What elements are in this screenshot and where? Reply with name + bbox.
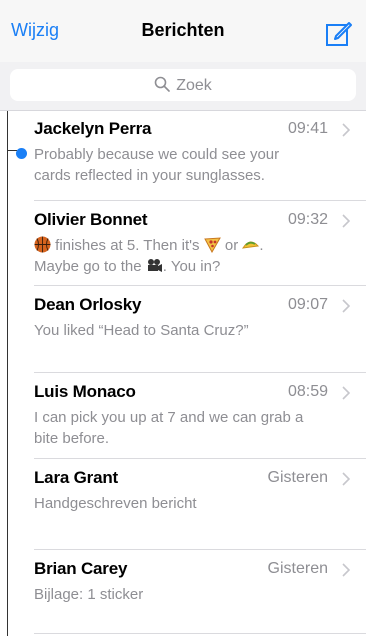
- conversation-row[interactable]: Jackelyn Perra 09:41 Probably because we…: [0, 110, 366, 201]
- conversation-row[interactable]: Luis Monaco 08:59 I can pick you up at 7…: [0, 373, 366, 459]
- message-preview: You liked “Head to Santa Cruz?”: [34, 322, 249, 339]
- search-placeholder: Zoek: [176, 77, 212, 94]
- chevron-right-icon: [342, 472, 350, 486]
- chevron-right-icon: [342, 123, 350, 137]
- page-title: Berichten: [141, 20, 225, 40]
- message-preview: Bijlage: 1 sticker: [34, 586, 144, 603]
- contact-name: Brian Carey: [34, 559, 128, 578]
- conversation-row[interactable]: Brian Carey Gisteren Bijlage: 1 sticker: [0, 550, 366, 634]
- message-preview: finishes at 5. Then it's or . Maybe go t…: [34, 236, 264, 275]
- search-input[interactable]: Zoek: [10, 69, 356, 101]
- taco-emoji-icon: [242, 241, 260, 249]
- conversation-row[interactable]: Olivier Bonnet 09:32 finishes at 5. Then…: [0, 201, 366, 286]
- contact-name: Lara Grant: [34, 468, 118, 487]
- conversation-row[interactable]: Dean Orlosky 09:07 You liked “Head to Sa…: [0, 286, 366, 373]
- chevron-right-icon: [342, 386, 350, 400]
- contact-name: Jackelyn Perra: [34, 119, 152, 138]
- chevron-right-icon: [342, 299, 350, 313]
- message-preview: I can pick you up at 7 and we can grab a…: [34, 409, 304, 447]
- conversation-row[interactable]: Lara Grant Gisteren Handgeschreven beric…: [0, 459, 366, 550]
- contact-name: Olivier Bonnet: [34, 210, 148, 229]
- message-preview: Handgeschreven bericht: [34, 495, 197, 512]
- navigation-bar: Wijzig Berichten: [0, 0, 366, 62]
- search-icon: [154, 76, 171, 92]
- message-time: 09:07: [287, 296, 328, 313]
- search-bar: Zoek: [0, 62, 366, 111]
- movie-camera-emoji-icon: [147, 259, 162, 272]
- basketball-emoji-icon: [34, 236, 51, 253]
- pizza-emoji-icon: [203, 237, 221, 253]
- contact-name: Dean Orlosky: [34, 295, 142, 314]
- message-time: Gisteren: [267, 469, 328, 486]
- compose-icon[interactable]: [326, 20, 352, 46]
- message-time: 08:59: [287, 383, 328, 400]
- message-preview: Probably because we could see your cards…: [34, 146, 280, 184]
- message-time: Gisteren: [267, 560, 328, 577]
- message-time: 09:32: [287, 211, 328, 228]
- message-time: 09:41: [287, 120, 328, 137]
- row-divider: [34, 633, 366, 634]
- chevron-right-icon: [342, 563, 350, 577]
- unread-indicator: [16, 148, 27, 159]
- chevron-right-icon: [342, 214, 350, 228]
- contact-name: Luis Monaco: [34, 382, 136, 401]
